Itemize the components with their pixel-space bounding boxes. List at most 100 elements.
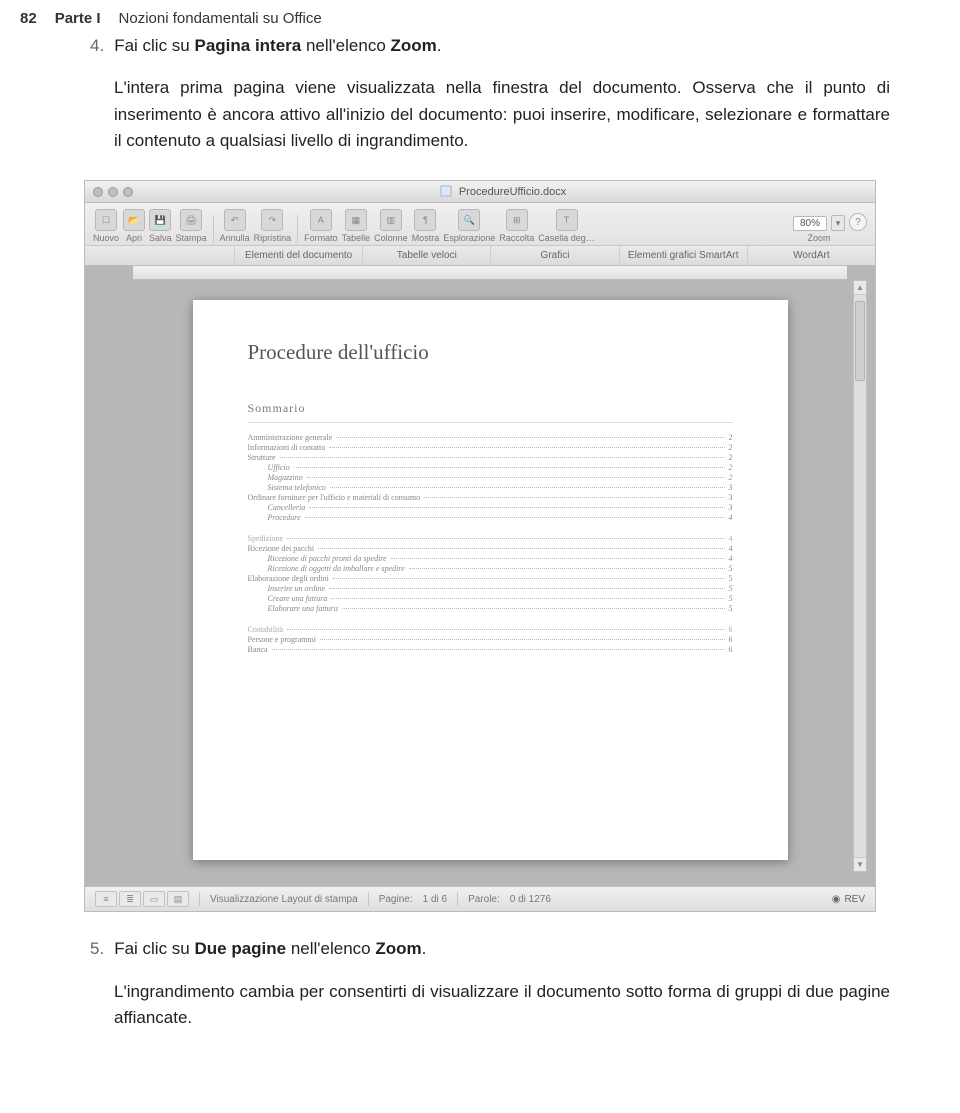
words-label: Parole: [468,894,500,905]
toolbar-tabelle[interactable]: ▦Tabelle [342,209,371,243]
toolbar-icon: 📂 [123,209,145,231]
window-controls[interactable] [93,187,133,197]
minimize-icon[interactable] [108,187,118,197]
toc-row: Persone e programmi6 [248,635,733,644]
toolbar-icon: A [310,209,332,231]
bullet-icon: ◉ [832,894,841,905]
main-toolbar: ☐Nuovo📂Apri💾Salva🖨Stampa ↶Annulla↷Riprist… [85,203,875,246]
toolbar-icon: ↷ [261,209,283,231]
toolbar-esplorazione[interactable]: 🔍Esplorazione [443,209,495,243]
toc-row: Cancelleria3 [248,503,733,512]
toolbar-casella deg…[interactable]: TCasella deg… [538,209,595,243]
vertical-scrollbar[interactable]: ▲ ▼ [853,280,867,872]
document-name: ProcedureUfficio.docx [139,185,867,198]
toolbar-mostra[interactable]: ¶Mostra [412,209,440,243]
toolbar-annulla[interactable]: ↶Annulla [220,209,250,243]
toolbar-icon: ☐ [95,209,117,231]
toc-row: Magazzino2 [248,473,733,482]
title-bar: ProcedureUfficio.docx [85,181,875,203]
toolbar-salva[interactable]: 💾Salva [149,209,172,243]
part-title: Nozioni fondamentali su Office [119,10,322,27]
page-number: 82 [20,10,37,27]
toolbar-icon: ▦ [345,209,367,231]
toc-row: Ricezione di oggetti da imballare e sped… [248,564,733,573]
tab-tabelle-veloci[interactable]: Tabelle veloci [363,246,491,265]
words-value: 0 di 1276 [510,894,551,905]
tab-wordart[interactable]: WordArt [748,246,875,265]
doc-title: Procedure dell'ufficio [248,340,733,365]
zoom-control[interactable]: 80%▾Zoom [793,215,845,243]
toolbar-raccolta[interactable]: ⊞Raccolta [499,209,534,243]
toc-row: Spedizione4 [248,534,733,543]
help-icon: ? [849,213,867,231]
view-mode-label: Visualizzazione Layout di stampa [210,894,358,905]
toc-row: Ricezione dei pacchi4 [248,544,733,553]
help-button[interactable]: ? [849,213,867,243]
view-buttons[interactable]: ≡ ≣ ▭ ▤ [95,891,189,907]
step-number: 5. [90,936,104,962]
tab-elementi-del-documento[interactable]: Elementi del documento [235,246,363,265]
step-number: 4. [90,33,104,59]
toolbar-icon: 🔍 [458,209,480,231]
toc-row: Elaborazione degli ordini5 [248,574,733,583]
step-text: Fai clic su Pagina intera nell'elenco Zo… [114,33,441,59]
toc-row: Elaborare una fattura5 [248,604,733,613]
horizontal-ruler[interactable] [133,266,847,280]
workspace: Procedure dell'ufficio Sommario Amminist… [85,266,875,886]
toolbar-icon: ¶ [414,209,436,231]
toc-row: Amministrazione generale2 [248,433,733,442]
tab-grafici[interactable]: Grafici [491,246,619,265]
toolbar-apri[interactable]: 📂Apri [123,209,145,243]
toc-row: Ricezione di pacchi pronti da spedire4 [248,554,733,563]
step-4: 4. Fai clic su Pagina intera nell'elenco… [0,33,960,69]
toolbar-icon: 💾 [149,209,171,231]
toolbar-formato[interactable]: AFormato [304,209,338,243]
toc-row: Sistema telefonico3 [248,483,733,492]
toolbar-icon: ▥ [380,209,402,231]
close-icon[interactable] [93,187,103,197]
step-text: Fai clic su Due pagine nell'elenco Zoom. [114,936,426,962]
document-icon [440,185,452,197]
toc-row: Informazioni di contatto2 [248,443,733,452]
scroll-thumb[interactable] [855,301,865,381]
word-window: ProcedureUfficio.docx ☐Nuovo📂Apri💾Salva🖨… [84,180,876,912]
toolbar-colonne[interactable]: ▥Colonne [374,209,408,243]
table-of-contents: Amministrazione generale2Informazioni di… [248,433,733,654]
toc-row: Ufficio2 [248,463,733,472]
document-page[interactable]: Procedure dell'ufficio Sommario Amminist… [193,300,788,860]
toc-row: Banca6 [248,645,733,654]
tab-elementi-grafici-smartart[interactable]: Elementi grafici SmartArt [620,246,748,265]
toolbar-nuovo[interactable]: ☐Nuovo [93,209,119,243]
pages-label: Pagine: [379,894,413,905]
paragraph-2: L'ingrandimento cambia per consentirti d… [0,973,960,1048]
step-5: 5. Fai clic su Due pagine nell'elenco Zo… [0,936,960,972]
scroll-up-icon[interactable]: ▲ [854,281,866,295]
track-changes-indicator[interactable]: ◉ REV [832,894,865,905]
toc-row: Contabilità6 [248,625,733,634]
toolbar-icon: ↶ [224,209,246,231]
toolbar-stampa[interactable]: 🖨Stampa [176,209,207,243]
toc-row: Creare una fattura5 [248,594,733,603]
scroll-track[interactable] [854,295,866,857]
toc-row: Procedure4 [248,513,733,522]
toolbar-icon: ⊞ [506,209,528,231]
status-bar: ≡ ≣ ▭ ▤ Visualizzazione Layout di stampa… [85,886,875,911]
toolbar-icon: T [556,209,578,231]
view-layout-icon[interactable]: ▭ [143,891,165,907]
pages-value: 1 di 6 [423,894,447,905]
chevron-down-icon[interactable]: ▾ [831,215,845,231]
part-label: Parte I [55,10,101,27]
toc-row: Inserire un ordine5 [248,584,733,593]
secondary-tabs: Elementi del documentoTabelle velociGraf… [85,246,875,266]
view-normal-icon[interactable]: ≡ [95,891,117,907]
toc-heading: Sommario [248,401,733,416]
toolbar-ripristina[interactable]: ↷Ripristina [254,209,292,243]
paragraph-1: L'intera prima pagina viene visualizzata… [0,69,960,170]
toc-row: Strutture2 [248,453,733,462]
view-outline-icon[interactable]: ≣ [119,891,141,907]
divider [248,422,733,423]
zoom-icon[interactable] [123,187,133,197]
view-notebook-icon[interactable]: ▤ [167,891,189,907]
scroll-down-icon[interactable]: ▼ [854,857,866,871]
toolbar-icon: 🖨 [180,209,202,231]
